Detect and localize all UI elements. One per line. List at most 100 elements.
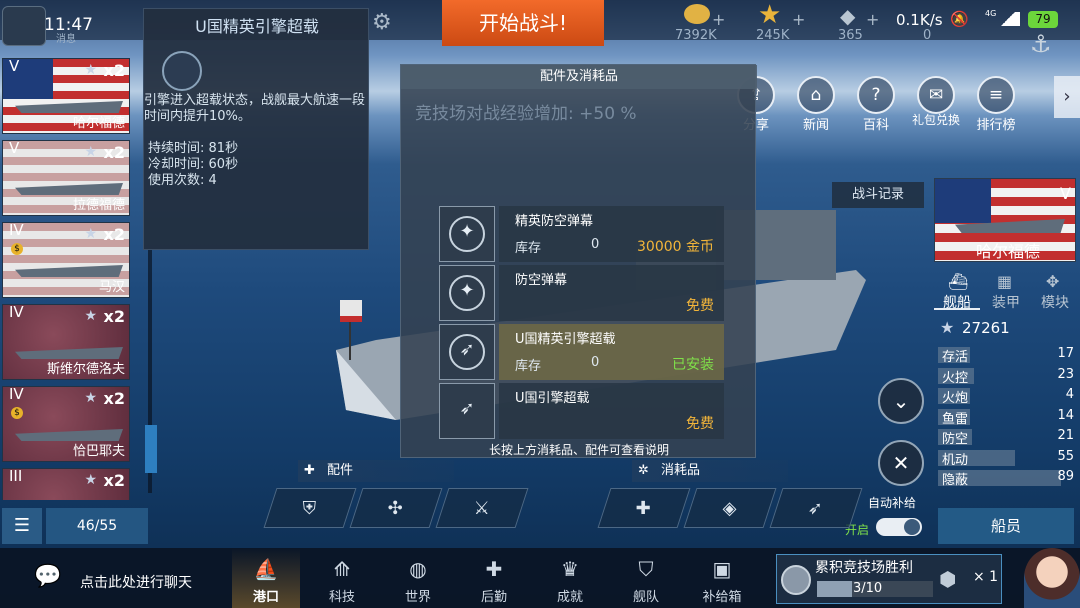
nav-achievement[interactable]: ♛ 成就 (540, 552, 600, 606)
chat-bubble-icon[interactable]: 💬 (34, 564, 61, 589)
star-icon: ★ (758, 0, 782, 30)
diamond-icon: ◆ (840, 4, 856, 28)
add-star-icon[interactable]: + (792, 10, 805, 29)
network-type: 4G (985, 9, 997, 18)
nav-tech[interactable]: ⟰ 科技 (312, 552, 372, 606)
equipment-consumables-dialog: 配件及消耗品 竞技场对战经验增加: +50 % ✦ 精英防空弹幕 库存 0 30… (400, 64, 757, 458)
smoke-icon: ◈ (722, 498, 737, 519)
stat-label: 火炮 (942, 391, 969, 406)
nav-logistics[interactable]: ✚ 后勤 (464, 552, 524, 606)
stat-row: 鱼雷 14 (938, 408, 1078, 427)
stat-label: 防空 (942, 432, 969, 447)
ship-card[interactable]: V ★ x2 哈尔福德 (2, 58, 130, 134)
tooltip-stat-cooldown: 冷却时间: 60秒 (148, 157, 239, 172)
anchor-icon[interactable]: ⚓ (1030, 30, 1052, 58)
arena-title: 累积竞技场胜利 (815, 560, 913, 576)
consumable-item[interactable]: ✦ 防空弹幕 免费 (439, 265, 724, 321)
nav-supply-box[interactable]: ▣ 补给箱 (692, 552, 752, 606)
ship-card[interactable]: $ IV ★ x2 马汉 (2, 221, 130, 298)
equipment-slot[interactable]: ⚔ (435, 488, 529, 528)
medal-icon: $ (11, 243, 23, 255)
auto-supply-label: 自动补给 (868, 496, 917, 510)
power-star-icon: ★ (940, 318, 955, 337)
ship-list-scroll-thumb[interactable] (145, 425, 157, 473)
battle-log-button[interactable]: 战斗记录 (832, 182, 924, 208)
anti-air-elite-icon[interactable]: ✦ (439, 206, 495, 262)
tab-armor[interactable]: ▦ 装甲 (983, 270, 1029, 311)
start-battle-button[interactable]: 开始战斗! (442, 0, 604, 46)
add-gold-icon[interactable]: + (712, 10, 725, 29)
arena-wins-panel[interactable]: 累积竞技场胜利 3/10 ⬢ × 1 (776, 554, 1002, 604)
nav-news[interactable]: ⌂ 新闻 (788, 76, 844, 134)
reward-crate-icon: ⬢ (939, 567, 957, 591)
ship-card[interactable]: III ★ x2 (2, 467, 130, 500)
auto-supply-toggle-knob[interactable] (904, 519, 920, 535)
consumable-item[interactable]: ✦ 精英防空弹幕 库存 0 30000 金币 (439, 206, 724, 262)
consumable-slot[interactable]: ◈ (683, 488, 777, 528)
gold-value: 7392K (675, 28, 717, 43)
star-icon: ★ (84, 226, 97, 242)
nav-world[interactable]: ◍ 世界 (388, 552, 448, 606)
gold-coin-icon (684, 4, 710, 24)
list-view-button[interactable]: ☰ (2, 508, 42, 544)
repair-kit-icon: ✚ (636, 498, 652, 519)
world-icon: ◍ (409, 557, 427, 581)
leaderboard-icon: ≡ (977, 76, 1015, 114)
ship-card[interactable]: IV ★ x2 斯维尔德洛夫 (2, 303, 130, 380)
ship-list[interactable]: V ★ x2 哈尔福德 V ★ x2 拉德福德 $ IV ★ x2 马汉 IV … (0, 58, 140, 500)
tooltip-stat-duration: 持续时间: 81秒 (148, 141, 239, 156)
tab-modules[interactable]: ✥ 模块 (1032, 270, 1078, 311)
equipment-slot[interactable]: ✣ (349, 488, 443, 528)
stat-value: 4 (1065, 387, 1074, 402)
consumable-slot[interactable]: ✚ (597, 488, 691, 528)
status-net-speed: 0.1K/s (896, 11, 943, 29)
advisor-avatar[interactable] (1024, 548, 1080, 608)
tooltip-stat-uses: 使用次数: 4 (148, 173, 217, 188)
gift-redeem-icon: ✉ (917, 76, 955, 114)
chat-input[interactable]: 点击此处进行聊天 (80, 572, 192, 592)
tooltip-stats: 持续时间: 81秒 冷却时间: 60秒 使用次数: 4 (148, 141, 238, 189)
consumable-item[interactable]: ➶ U国引擎超载 免费 (439, 383, 724, 439)
stat-label: 隐蔽 (942, 473, 969, 488)
nav-gift-redeem[interactable]: ✉ 礼包兑换 (908, 76, 964, 134)
nav-fleet[interactable]: ⛉ 舰队 (616, 552, 676, 606)
stat-value: 23 (1057, 366, 1074, 382)
resource-value: 0 (923, 28, 932, 43)
rank-chevron-icon[interactable]: ⌄ (878, 378, 924, 424)
star-value: 245K (756, 28, 790, 43)
expand-arrow-icon[interactable]: › (1054, 76, 1080, 118)
star-icon: ★ (84, 144, 97, 160)
player-avatar[interactable] (2, 6, 46, 46)
auto-supply-tools-icon[interactable]: ✕ (878, 440, 924, 486)
ship-card[interactable]: V ★ x2 拉德福德 (2, 139, 130, 216)
crew-button[interactable]: 船员 (938, 508, 1074, 544)
add-diamond-icon[interactable]: + (866, 10, 879, 29)
nav-harbor[interactable]: ⛵ 港口 (236, 552, 296, 606)
stat-row: 隐蔽 89 (938, 469, 1078, 488)
engine-boost-elite-icon[interactable]: ➶ (439, 324, 495, 380)
stat-value: 17 (1057, 346, 1074, 361)
ship-card[interactable]: $ IV ★ x2 恰巴耶夫 (2, 385, 130, 462)
settings-gear-icon[interactable]: ⚙ (372, 10, 392, 35)
arena-reward-multiplier: × 1 (973, 569, 999, 585)
nav-encyclopedia[interactable]: ? 百科 (848, 76, 904, 134)
consumables-section-header: ✲ 消耗品 (632, 460, 788, 482)
logistics-icon: ✚ (485, 557, 503, 581)
star-icon: ★ (84, 308, 97, 324)
consumable-item[interactable]: ➶ U国精英引擎超载 库存 0 已安装 (439, 324, 724, 380)
nav-leaderboard[interactable]: ≡ 排行榜 (968, 76, 1024, 134)
item-installed-status: 已安装 (672, 357, 714, 373)
selected-ship-tier: V (1060, 184, 1071, 203)
consumable-slot[interactable]: ➶ (769, 488, 863, 528)
ship-count: 46/55 (46, 508, 148, 544)
message-label[interactable]: 消息 (56, 30, 76, 45)
harbor-icon: ⛵ (253, 557, 279, 581)
anti-air-icon[interactable]: ✦ (439, 265, 495, 321)
equipment-slot[interactable]: ⛨ (263, 488, 357, 528)
diamond-value: 365 (838, 28, 863, 43)
engine-boost-icon (162, 51, 202, 91)
propeller-icon: ✣ (388, 498, 404, 519)
tab-ship[interactable]: ⛴ 舰船 (934, 270, 980, 311)
engine-boost-icon[interactable]: ➶ (439, 383, 495, 439)
stat-label: 机动 (942, 452, 969, 468)
